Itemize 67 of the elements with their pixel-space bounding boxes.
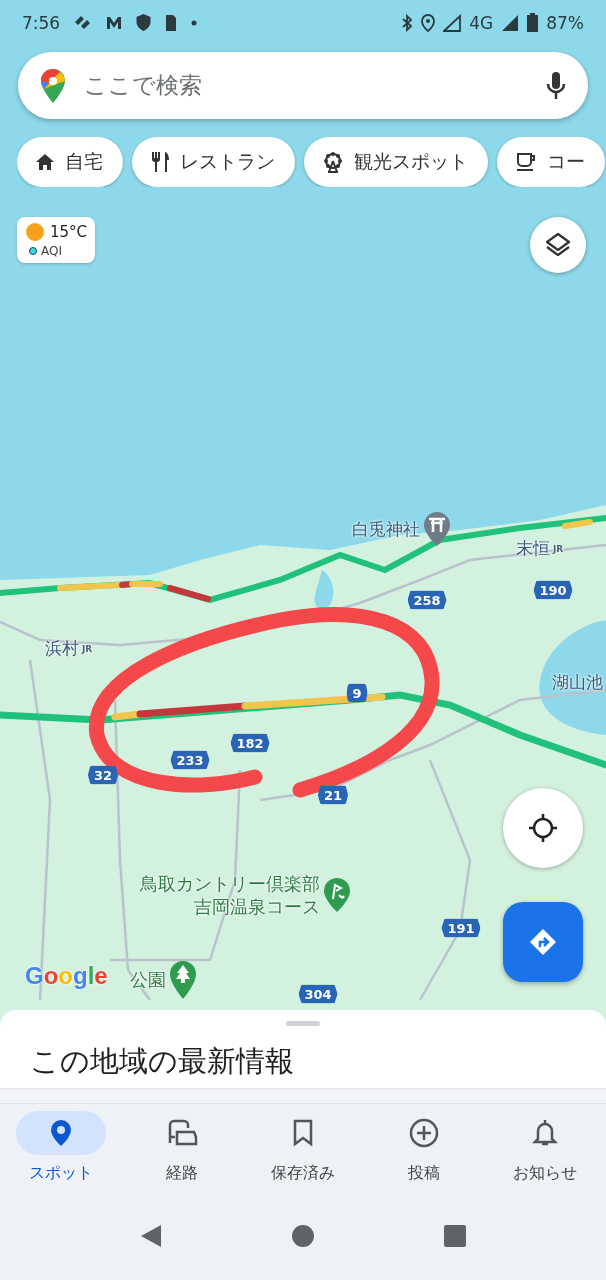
directions-button[interactable] xyxy=(503,902,583,982)
category-chip[interactable]: レストラン xyxy=(132,137,295,187)
route-shield: 258 xyxy=(407,590,447,610)
sun-icon xyxy=(25,222,45,242)
golf-pin-icon xyxy=(323,877,351,914)
nav-tab[interactable]: 経路 xyxy=(121,1104,243,1200)
fork-knife-icon xyxy=(150,151,170,173)
status-time: 7:56 xyxy=(22,12,61,33)
bell-icon xyxy=(532,1118,559,1148)
signal-outline-icon xyxy=(443,13,462,32)
route-shield: 182 xyxy=(230,733,270,753)
place-label: 鳥取カントリー倶楽部 xyxy=(140,872,320,896)
network-type: 4G xyxy=(469,12,494,33)
battery-percent: 87% xyxy=(546,12,584,33)
directions-icon xyxy=(528,927,558,957)
shield-icon xyxy=(136,14,152,31)
ferris-wheel-icon xyxy=(322,151,344,173)
place-label: 公園 xyxy=(130,968,166,992)
home-circle-icon[interactable] xyxy=(292,1225,314,1247)
route-shield: 9 xyxy=(346,683,368,703)
place-label: 湖山池 xyxy=(552,671,603,694)
place-label: 白兎神社 xyxy=(352,517,420,541)
place-label: 浜村 xyxy=(45,637,79,660)
place-label: 末恒 xyxy=(516,537,550,560)
back-icon[interactable] xyxy=(140,1224,162,1248)
weather-card[interactable]: 15°C AQI xyxy=(17,217,96,263)
battery-icon xyxy=(527,13,539,32)
route-shield: 190 xyxy=(533,580,573,600)
aqi-label: AQI xyxy=(41,244,62,258)
dot-icon xyxy=(191,19,198,26)
category-chip[interactable]: 観光スポット xyxy=(304,137,488,187)
search-field[interactable]: ここで検索 xyxy=(18,52,588,119)
category-chip[interactable]: 自宅 xyxy=(17,137,123,187)
plus-circle-icon xyxy=(409,1118,440,1148)
location-icon xyxy=(421,13,436,32)
link-icon xyxy=(74,14,93,31)
sheet-title: この地域の最新情報 xyxy=(30,1043,295,1080)
temperature: 15°C xyxy=(50,223,88,241)
layers-icon xyxy=(545,232,571,258)
aqi-dot xyxy=(29,247,37,255)
bluetooth-icon xyxy=(401,13,414,32)
pond-area xyxy=(314,570,334,609)
pin-icon xyxy=(49,1119,72,1147)
signal-icon xyxy=(501,13,520,32)
jr-label: JR xyxy=(553,543,564,554)
microphone-icon[interactable] xyxy=(546,70,566,101)
shrine-pin-icon xyxy=(423,511,451,547)
category-chip[interactable]: コー xyxy=(497,137,605,187)
mail-icon xyxy=(106,15,123,30)
nav-tab[interactable]: 投稿 xyxy=(363,1104,485,1200)
route-shield: 233 xyxy=(170,750,210,770)
nav-tab[interactable]: 保存済み xyxy=(242,1104,364,1200)
route-shield: 304 xyxy=(298,984,338,1004)
bookmark-icon xyxy=(292,1119,314,1147)
drag-handle[interactable] xyxy=(286,1021,320,1026)
sd-card-icon xyxy=(165,14,178,31)
crosshair-icon xyxy=(528,813,558,843)
jr-label: JR xyxy=(82,643,93,654)
nav-tab[interactable]: お知らせ xyxy=(484,1104,606,1200)
maps-pin-logo-icon xyxy=(40,67,66,104)
cup-icon xyxy=(515,152,537,172)
map-attribution-logo: Google xyxy=(25,962,108,990)
tree-pin-icon xyxy=(169,960,197,1000)
home-icon xyxy=(35,153,55,171)
nav-tab[interactable]: スポット xyxy=(0,1104,122,1200)
place-label: 吉岡温泉コース xyxy=(194,895,320,919)
route-shield: 191 xyxy=(441,918,481,938)
